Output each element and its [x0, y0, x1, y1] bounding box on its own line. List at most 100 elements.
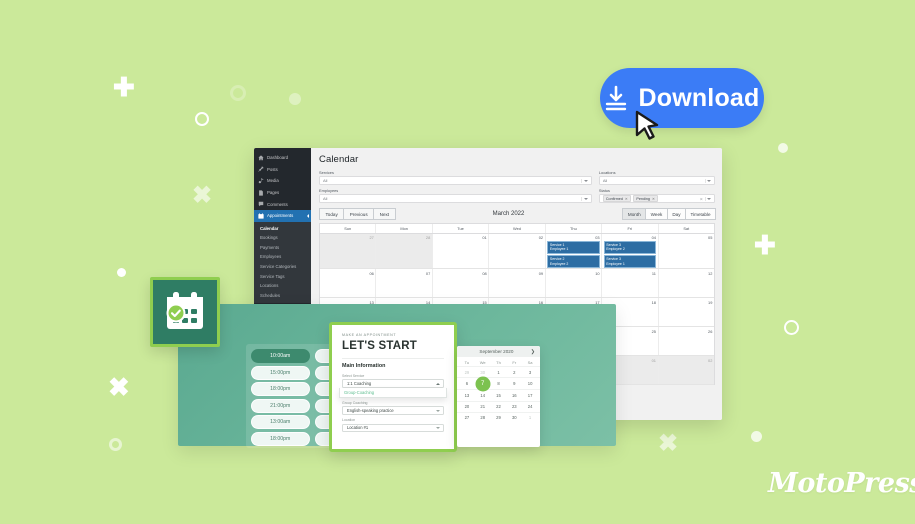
calendar-event[interactable]: Service 3Employee 1 — [604, 255, 656, 268]
calendar-day-cell[interactable]: 12 — [659, 269, 714, 297]
submenu-item-bookings[interactable]: Bookings — [254, 233, 311, 243]
submenu-item-locations[interactable]: Locations — [254, 281, 311, 291]
submenu-item-calendar[interactable]: Calendar — [254, 224, 311, 234]
mini-calendar-weeks: 2930123678910131415161720212223242728293… — [457, 366, 540, 423]
sidebar-item-appointments[interactable]: Appointments — [254, 210, 311, 222]
mini-calendar-day[interactable]: 30 — [506, 415, 522, 420]
sidebar-item-media[interactable]: Media — [254, 175, 311, 187]
employees-filter-select[interactable]: All — [319, 194, 592, 203]
view-month-button[interactable]: Month — [622, 208, 646, 220]
download-button[interactable]: Download — [600, 68, 764, 128]
mini-calendar-day[interactable]: 22 — [491, 404, 507, 409]
mini-calendar-day[interactable]: 6 — [459, 381, 475, 387]
mini-calendar-day[interactable]: 21 — [475, 404, 491, 409]
x-decoration-3: ✖ — [658, 432, 678, 456]
location-dropdown[interactable]: Location #1 — [342, 424, 444, 433]
clear-all-icon[interactable]: ✕ — [700, 196, 703, 201]
view-day-button[interactable]: Day — [667, 208, 686, 220]
mini-calendar-day[interactable]: 1 — [522, 415, 538, 420]
mini-calendar-day[interactable]: 30 — [475, 370, 491, 375]
calendar-day-cell[interactable]: 19 — [659, 298, 714, 326]
submenu-item-service-categories[interactable]: Service Categories — [254, 262, 311, 272]
time-slot-pill[interactable]: 18:00pm — [251, 382, 310, 396]
mini-calendar-day[interactable]: 14 — [475, 393, 491, 398]
event-employee: Employee 1 — [550, 247, 597, 252]
view-week-button[interactable]: Week — [645, 208, 668, 220]
calendar-day-cell[interactable]: 07 — [376, 269, 432, 297]
sidebar-item-dashboard[interactable]: Dashboard — [254, 152, 311, 164]
calendar-day-cell[interactable]: 27 — [320, 234, 376, 269]
status-tag-pending[interactable]: Pending ✕ — [633, 195, 658, 202]
mini-calendar-day[interactable]: 27 — [459, 415, 475, 420]
calendar-day-number: 07 — [378, 271, 430, 276]
mini-calendar-day[interactable]: 13 — [459, 393, 475, 398]
mini-calendar-day[interactable]: 15 — [491, 393, 507, 398]
submenu-item-employees[interactable]: Employees — [254, 252, 311, 262]
calendar-day-cell[interactable]: 08 — [433, 269, 489, 297]
submenu-item-service-tags[interactable]: Service Tags — [254, 272, 311, 282]
sidebar-item-label: Comments — [267, 202, 288, 207]
plus-decoration-2: ✚ — [754, 232, 776, 258]
services-filter-select[interactable]: All — [319, 176, 592, 185]
mini-calendar-day[interactable]: 24 — [522, 404, 538, 409]
mini-calendar-day[interactable]: 28 — [475, 415, 491, 420]
calendar-event[interactable]: Service 1Employee 1 — [547, 241, 599, 254]
calendar-day-cell[interactable]: 01 — [433, 234, 489, 269]
mini-calendar-selected-day[interactable]: 7 — [475, 381, 491, 387]
group-coaching-dropdown[interactable]: English-speaking practice — [342, 406, 444, 415]
sidebar-item-pages[interactable]: Pages — [254, 187, 311, 199]
mini-calendar-day[interactable]: 10 — [522, 381, 538, 387]
mini-calendar-day[interactable]: 1 — [491, 370, 507, 375]
status-filter-select[interactable]: Confirmed ✕ Pending ✕ ✕ — [599, 194, 715, 203]
calendar-day-cell[interactable]: 02 — [659, 356, 714, 384]
mini-calendar-day[interactable]: 20 — [459, 404, 475, 409]
calendar-day-cell[interactable]: 06 — [320, 269, 376, 297]
mini-calendar-day[interactable]: 17 — [522, 393, 538, 398]
close-icon[interactable]: ✕ — [625, 197, 628, 201]
calendar-day-cell[interactable]: 09 — [489, 269, 545, 297]
chevron-right-icon[interactable]: ❯ — [531, 349, 535, 355]
mini-calendar-day[interactable]: 2 — [506, 370, 522, 375]
mini-calendar-day[interactable]: 23 — [506, 404, 522, 409]
sidebar-item-posts[interactable]: Posts — [254, 164, 311, 176]
close-icon[interactable]: ✕ — [652, 197, 655, 201]
submenu-item-schedules[interactable]: Schedules — [254, 291, 311, 301]
divider — [705, 179, 706, 183]
divider — [581, 179, 582, 183]
calendar-day-cell[interactable]: 28 — [376, 234, 432, 269]
calendar-day-cell[interactable]: 26 — [659, 327, 714, 355]
time-slot-pill[interactable]: 15:00pm — [251, 366, 310, 380]
download-icon — [604, 85, 628, 112]
submenu-item-payments[interactable]: Payments — [254, 243, 311, 253]
calendar-day-cell[interactable]: 04Service 3Employee 2Service 3Employee 1 — [602, 234, 658, 269]
sidebar-item-comments[interactable]: Comments — [254, 198, 311, 210]
select-service-dropdown[interactable]: 1:1 Coaching — [342, 379, 444, 388]
view-timetable-button[interactable]: Timetable — [685, 208, 716, 220]
calendar-event[interactable]: Service 3Employee 2 — [604, 241, 656, 254]
calendar-day-cell[interactable]: 11 — [602, 269, 658, 297]
previous-button[interactable]: Previous — [343, 208, 374, 220]
calendar-day-cell[interactable]: 03Service 1Employee 1Service 2Employee 2 — [546, 234, 602, 269]
mini-calendar-day[interactable]: 9 — [506, 381, 522, 387]
locations-filter-select[interactable]: All — [599, 176, 715, 185]
mini-calendar-day[interactable]: 29 — [491, 415, 507, 420]
locations-filter-label: Locations — [599, 170, 715, 175]
ring-decoration — [195, 112, 209, 126]
today-button[interactable]: Today — [319, 208, 344, 220]
calendar-day-cell[interactable]: 02 — [489, 234, 545, 269]
calendar-day-cell[interactable]: 05 — [659, 234, 714, 269]
time-slot-pill[interactable]: 10:00am — [251, 349, 310, 363]
time-slot-pill[interactable]: 21:00pm — [251, 399, 310, 413]
next-button[interactable]: Next — [373, 208, 395, 220]
calendar-event[interactable]: Service 2Employee 2 — [547, 255, 599, 268]
mini-calendar-day[interactable]: 3 — [522, 370, 538, 375]
dropdown-option-group-coaching[interactable]: Group-Coaching — [339, 388, 447, 398]
time-slot-pill[interactable]: 18:00pm — [251, 432, 310, 446]
calendar-day-cell[interactable]: 10 — [546, 269, 602, 297]
time-slot-pill[interactable]: 13:00am — [251, 415, 310, 429]
calendar-week-row: 06070809101112 — [320, 269, 714, 298]
mini-calendar-day[interactable]: 8 — [491, 381, 507, 387]
mini-calendar-day[interactable]: 29 — [459, 370, 475, 375]
mini-calendar-day[interactable]: 16 — [506, 393, 522, 398]
status-tag-confirmed[interactable]: Confirmed ✕ — [603, 195, 631, 202]
